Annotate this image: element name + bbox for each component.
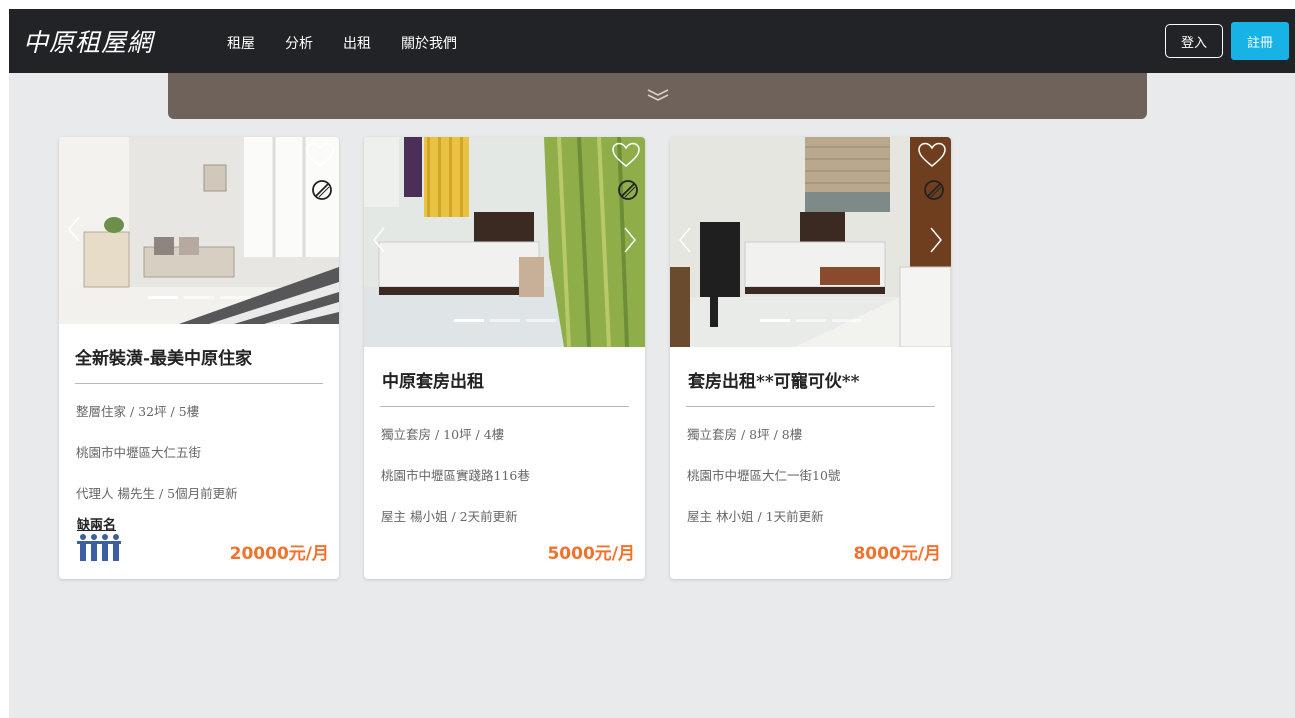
listing-photo-carousel[interactable] (59, 137, 339, 324)
register-button[interactable]: 註冊 (1231, 22, 1289, 60)
carousel-next-icon[interactable] (929, 226, 943, 258)
carousel-dot[interactable] (489, 319, 520, 322)
login-button[interactable]: 登入 (1165, 24, 1223, 58)
favorite-heart-icon[interactable] (917, 141, 947, 173)
nav-link-rent[interactable]: 租屋 (227, 33, 255, 53)
block-icon[interactable] (617, 179, 639, 205)
listing-card[interactable]: 套房出租**可寵可伙** 獨立套房 / 8坪 / 8樓 桃園市中壢區大仁一街10… (670, 137, 951, 579)
carousel-next-icon[interactable] (623, 226, 637, 258)
roommate-label: 缺兩名 (77, 518, 117, 533)
listing-card[interactable]: 中原套房出租 獨立套房 / 10坪 / 4樓 桃園市中壢區實踐路116巷 屋主 … (364, 137, 645, 579)
nav-link-lease[interactable]: 出租 (343, 33, 371, 53)
carousel-indicators (759, 319, 862, 322)
listing-address: 桃園市中壢區大仁一街10號 (687, 468, 841, 483)
carousel-dot[interactable] (220, 296, 250, 299)
carousel-dot[interactable] (184, 296, 214, 299)
double-chevron-down-icon (646, 87, 670, 106)
carousel-dot[interactable] (759, 319, 790, 322)
carousel-indicators (453, 319, 556, 322)
listing-details: 獨立套房 / 10坪 / 4樓 (381, 427, 505, 442)
carousel-indicators (148, 296, 250, 299)
listing-photo-carousel[interactable] (364, 137, 645, 347)
nav-links: 租屋 分析 出租 關於我們 (227, 33, 457, 53)
nav-link-about[interactable]: 關於我們 (401, 33, 457, 53)
filter-toggle-bar[interactable] (168, 73, 1147, 119)
carousel-prev-icon[interactable] (67, 215, 81, 247)
block-icon[interactable] (923, 179, 945, 205)
listing-title[interactable]: 套房出租**可寵可伙** (670, 367, 951, 392)
carousel-dot[interactable] (831, 319, 862, 322)
carousel-dot[interactable] (148, 296, 178, 299)
listing-price: 5000元/月 (547, 544, 635, 564)
listing-photo (364, 137, 645, 347)
listing-address: 桃園市中壢區大仁五街 (76, 445, 202, 460)
carousel-dot[interactable] (525, 319, 556, 322)
carousel-dot[interactable] (453, 319, 484, 322)
listing-details: 整層住家 / 32坪 / 5樓 (76, 404, 200, 419)
listing-owner: 屋主 林小姐 / 1天前更新 (687, 509, 824, 524)
people-group-icon (77, 533, 121, 567)
listing-owner: 代理人 楊先生 / 5個月前更新 (76, 486, 238, 501)
listing-photo (670, 137, 951, 347)
listing-card[interactable]: 全新裝潢-最美中原住家 整層住家 / 32坪 / 5樓 桃園市中壢區大仁五街 代… (59, 137, 339, 579)
listing-photo-carousel[interactable] (670, 137, 951, 347)
listing-address: 桃園市中壢區實踐路116巷 (381, 468, 530, 483)
favorite-heart-icon[interactable] (611, 141, 641, 173)
favorite-heart-icon[interactable] (305, 141, 335, 173)
page: 中原租屋網 租屋 分析 出租 關於我們 登入 註冊 全新裝潢-最美中原住家 整層… (9, 9, 1295, 718)
carousel-dot[interactable] (795, 319, 826, 322)
listing-price: 8000元/月 (853, 544, 941, 564)
block-icon[interactable] (311, 179, 333, 205)
site-logo[interactable]: 中原租屋網 (23, 23, 153, 59)
listing-title[interactable]: 中原套房出租 (364, 367, 645, 392)
listing-title[interactable]: 全新裝潢-最美中原住家 (59, 344, 339, 369)
listing-price: 20000元/月 (229, 544, 329, 564)
carousel-prev-icon[interactable] (678, 226, 692, 258)
nav-link-analysis[interactable]: 分析 (285, 33, 313, 53)
navbar: 中原租屋網 租屋 分析 出租 關於我們 登入 註冊 (9, 9, 1295, 73)
listing-details: 獨立套房 / 8坪 / 8樓 (687, 427, 803, 442)
listing-owner: 屋主 楊小姐 / 2天前更新 (381, 509, 518, 524)
carousel-prev-icon[interactable] (372, 226, 386, 258)
